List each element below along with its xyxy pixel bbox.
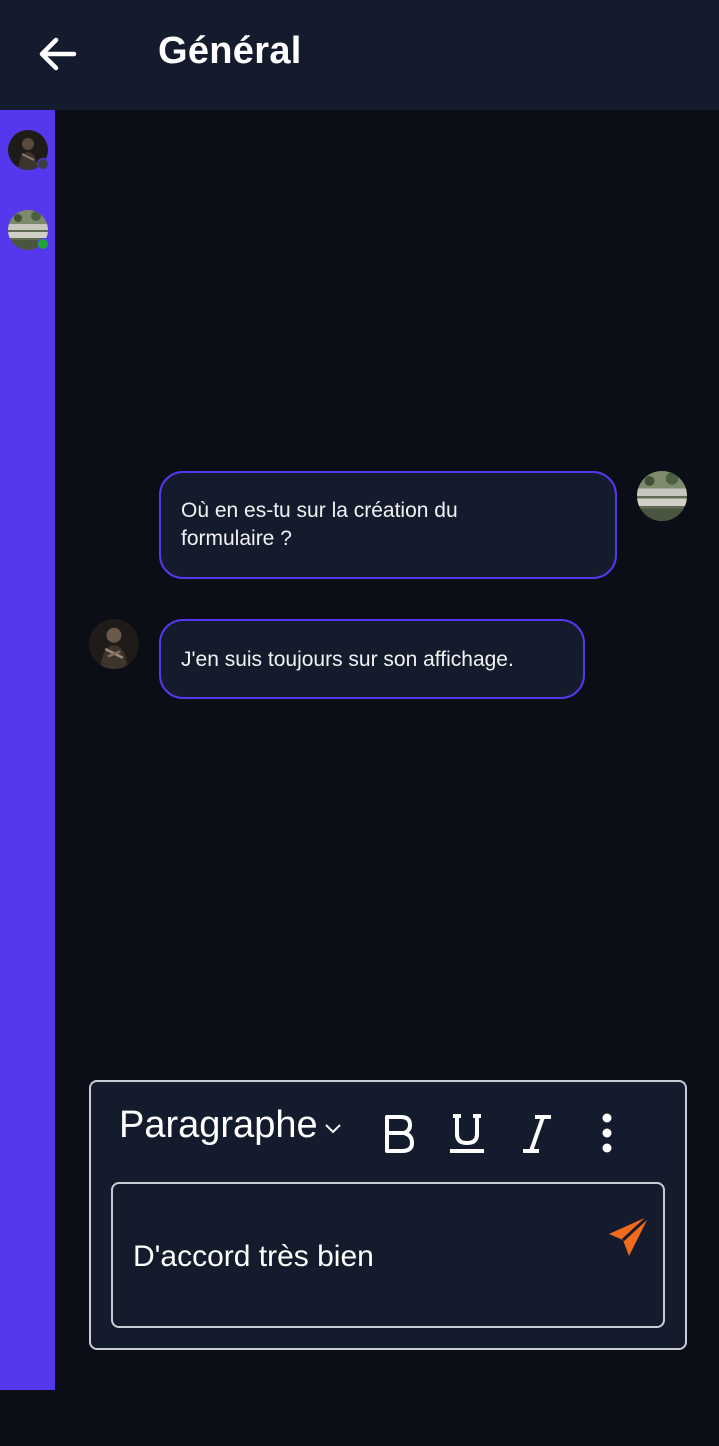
status-online-indicator <box>37 238 49 250</box>
underline-button[interactable] <box>447 1112 487 1156</box>
bold-button[interactable] <box>379 1112 419 1156</box>
back-button[interactable] <box>36 34 80 74</box>
message-text-line: Où en es-tu sur la création du <box>181 499 458 522</box>
top-bar: Général <box>0 0 719 110</box>
message-text: J'en suis toujours sur son affichage. <box>181 648 514 671</box>
italic-button[interactable] <box>517 1112 557 1156</box>
send-icon <box>609 1214 651 1256</box>
bold-icon <box>385 1115 414 1153</box>
message-avatar-right <box>637 471 687 521</box>
members-sidebar <box>0 110 55 1390</box>
message-bubble-received: J'en suis toujours sur son affichage. <box>159 619 585 699</box>
message-input-value: D'accord très bien <box>133 1240 374 1273</box>
arrow-left-icon <box>39 37 77 71</box>
message-input[interactable]: D'accord très bien <box>111 1182 665 1328</box>
more-vertical-icon <box>602 1113 612 1153</box>
send-button[interactable] <box>607 1214 651 1258</box>
message-avatar-left <box>89 619 139 669</box>
sidebar-user-2[interactable] <box>8 210 49 250</box>
underline-icon <box>450 1114 484 1153</box>
chat-screen: Général Où en es-tu sur la création du f… <box>0 0 719 1446</box>
chevron-down-icon <box>324 1102 342 1145</box>
message-text-line: formulaire ? <box>181 527 292 550</box>
message-bubble-sent: Où en es-tu sur la création du formulair… <box>159 471 617 579</box>
page-title: Général <box>158 30 302 72</box>
paragraph-style-label: Paragraphe <box>119 1104 318 1146</box>
status-offline-indicator <box>37 158 49 170</box>
more-options-button[interactable] <box>587 1112 627 1156</box>
italic-icon <box>523 1115 551 1153</box>
sidebar-user-1[interactable] <box>8 130 49 170</box>
message-composer: Paragraphe D'accord très bien <box>89 1080 687 1350</box>
paragraph-style-select[interactable]: Paragraphe <box>119 1104 342 1147</box>
